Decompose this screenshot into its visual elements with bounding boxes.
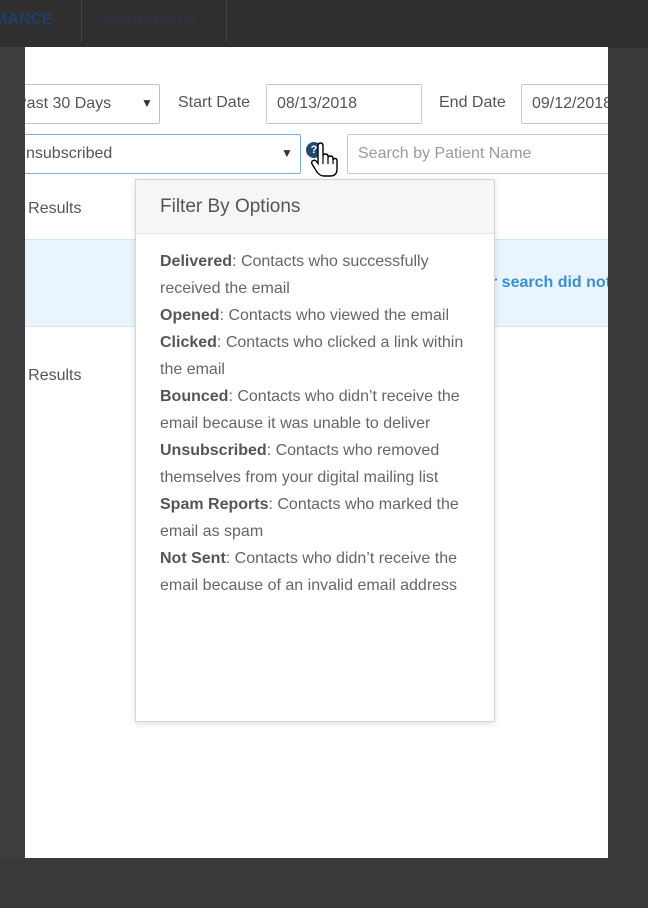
caret-down-icon: ▼ — [141, 96, 153, 110]
end-date-input[interactable]: 09/12/2018 — [521, 84, 608, 124]
popover-title: Filter By Options — [136, 180, 494, 234]
hand-pointer-icon — [310, 142, 338, 177]
status-filter-value: nsubscribed — [26, 145, 113, 162]
start-date-label: Start Date — [178, 94, 251, 111]
popover-body: Delivered: Contacts who successfully rec… — [136, 234, 494, 599]
option-opened: Opened: Contacts who viewed the email — [160, 307, 450, 324]
results-count-top: of 0 Results — [25, 200, 82, 217]
date-range-value: Past 30 Days — [25, 95, 112, 112]
no-results-text: r search did not m — [491, 274, 608, 291]
option-delivered: Delivered: Contacts who successfully rec… — [160, 253, 429, 297]
background-panel — [0, 47, 25, 858]
start-date-input[interactable]: 08/13/2018 — [266, 84, 422, 124]
filter-options-popover: Filter By Options Delivered: Contacts wh… — [135, 179, 495, 722]
tab-performance[interactable]: MANCE — [0, 0, 82, 42]
results-count-bottom: of 0 Results — [25, 367, 82, 384]
end-date-label: End Date — [439, 94, 506, 111]
option-unsubscribed: Unsubscribed: Contacts who removed thems… — [160, 442, 440, 486]
option-not-sent: Not Sent: Contacts who didn’t receive th… — [160, 550, 458, 594]
caret-down-icon: ▼ — [281, 146, 293, 160]
patient-search-input[interactable]: Search by Patient Name — [347, 134, 608, 174]
option-clicked: Clicked: Contacts who clicked a link wit… — [160, 334, 464, 378]
option-spam-reports: Spam Reports: Contacts who marked the em… — [160, 496, 459, 540]
status-filter-select[interactable]: nsubscribed ▼ — [25, 134, 301, 174]
tab-strip: MANCE RECIPIENTS — [0, 0, 648, 48]
date-range-select[interactable]: Past 30 Days ▼ — [25, 84, 160, 124]
option-bounced: Bounced: Contacts who didn’t receive the… — [160, 388, 460, 432]
tab-recipients[interactable]: RECIPIENTS — [82, 0, 227, 42]
